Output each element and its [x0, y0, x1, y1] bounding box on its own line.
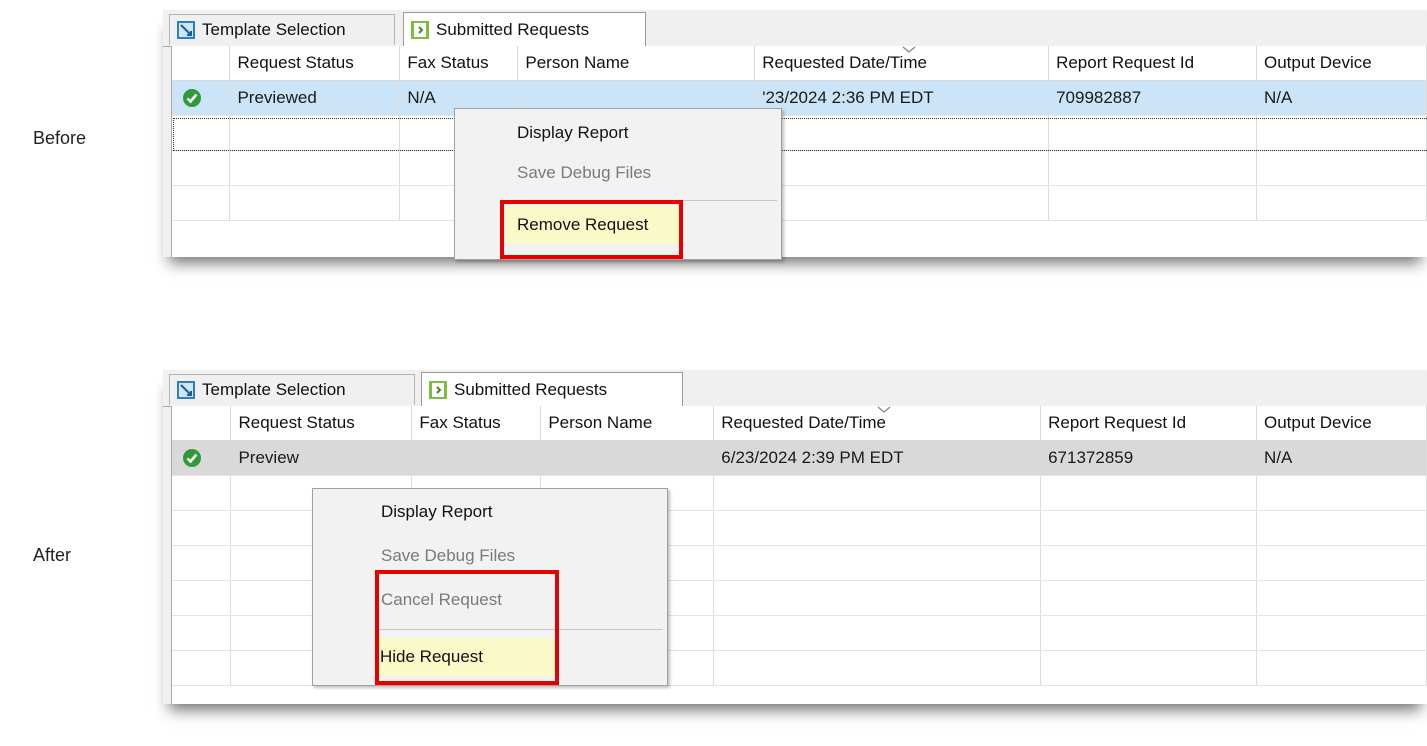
column-header-requested-datetime[interactable]: Requested Date/Time: [754, 46, 1050, 81]
cell-request-status: Preview: [230, 440, 413, 476]
tab-template-selection[interactable]: Template Selection: [169, 374, 415, 405]
after-label: After: [33, 545, 72, 565]
tab-label: Template Selection: [202, 20, 346, 39]
template-icon: [177, 21, 195, 39]
tab-template-selection[interactable]: Template Selection: [169, 14, 395, 45]
table-row-empty: [172, 185, 1427, 221]
column-header-icon[interactable]: [172, 406, 232, 441]
tab-label: Template Selection: [202, 380, 346, 399]
cell-fax-status: [411, 440, 542, 476]
menu-item-display-report[interactable]: Display Report: [456, 114, 780, 152]
cell-requested-datetime: 6/23/2024 2:39 PM EDT: [713, 440, 1042, 476]
cell-person-name: [540, 440, 715, 476]
check-circle-icon: [183, 89, 201, 107]
after-panel: Template Selection Submitted Requests Re…: [163, 370, 1427, 704]
highlight-box-cancel-hide-request: [375, 570, 559, 685]
table-row[interactable]: Preview 6/23/2024 2:39 PM EDT 671372859 …: [172, 440, 1427, 476]
template-icon: [177, 381, 195, 399]
cell-output-device: N/A: [1256, 80, 1427, 116]
tab-submitted-requests[interactable]: Submitted Requests: [403, 12, 646, 47]
tab-label: Submitted Requests: [436, 20, 590, 39]
column-header-person-name[interactable]: Person Name: [540, 406, 715, 441]
cell-requested-datetime: '23/2024 2:36 PM EDT: [754, 80, 1050, 116]
column-header-person-name[interactable]: Person Name: [517, 46, 756, 81]
column-header-output-device[interactable]: Output Device: [1256, 406, 1427, 441]
column-header-request-status[interactable]: Request Status: [230, 406, 413, 441]
submitted-requests-icon: [411, 21, 429, 39]
column-header-report-request-id[interactable]: Report Request Id: [1048, 46, 1257, 81]
column-header-fax-status[interactable]: Fax Status: [399, 46, 519, 81]
column-header-output-device[interactable]: Output Device: [1256, 46, 1427, 81]
column-header-icon[interactable]: [172, 46, 231, 81]
tab-label: Submitted Requests: [454, 380, 608, 399]
table-header-row: Request Status Fax Status Person Name Re…: [172, 406, 1427, 441]
tab-submitted-requests[interactable]: Submitted Requests: [421, 372, 683, 407]
column-header-report-request-id[interactable]: Report Request Id: [1040, 406, 1257, 441]
table-row-empty: [172, 150, 1427, 186]
column-header-request-status[interactable]: Request Status: [229, 46, 401, 81]
table-row-empty: [172, 115, 1427, 151]
before-label: Before: [33, 128, 87, 148]
highlight-box-remove-request: [500, 200, 683, 259]
table-row[interactable]: Previewed N/A '23/2024 2:36 PM EDT 70998…: [172, 80, 1427, 116]
requests-table: Request Status Fax Status Person Name Re…: [171, 46, 1427, 257]
table-header-row: Request Status Fax Status Person Name Re…: [172, 46, 1427, 81]
sort-descending-icon: [902, 46, 916, 53]
check-circle-icon: [183, 449, 201, 467]
sort-descending-icon: [877, 406, 891, 413]
menu-item-save-debug-files[interactable]: Save Debug Files: [456, 154, 780, 192]
column-header-fax-status[interactable]: Fax Status: [411, 406, 542, 441]
cell-report-request-id: 671372859: [1040, 440, 1257, 476]
submitted-requests-icon: [429, 381, 447, 399]
column-header-requested-datetime[interactable]: Requested Date/Time: [713, 406, 1042, 441]
menu-item-display-report[interactable]: Display Report: [314, 493, 666, 531]
before-panel: Template Selection Submitted Requests Re…: [163, 10, 1427, 260]
tab-bar: Template Selection Submitted Requests: [163, 370, 1427, 407]
tab-bar: Template Selection Submitted Requests: [163, 10, 1427, 47]
cell-output-device: N/A: [1256, 440, 1427, 476]
cell-report-request-id: 709982887: [1048, 80, 1257, 116]
cell-request-status: Previewed: [229, 80, 401, 116]
